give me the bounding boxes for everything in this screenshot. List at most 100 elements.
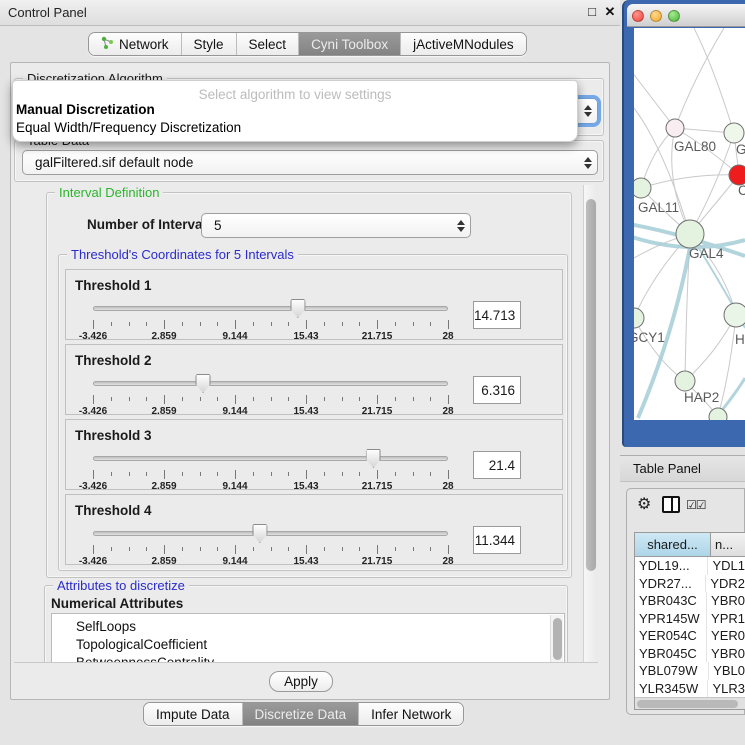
close-traffic-light-icon[interactable] (632, 10, 644, 22)
threshold-slider-4[interactable]: -3.426 2.859 9.144 21.715 15.43 28 (93, 523, 448, 563)
tab-label: Network (119, 37, 169, 52)
table-data-combo-value: galFiltered.sif default node (23, 155, 579, 170)
slider-track[interactable] (93, 531, 448, 536)
node-bottom (709, 408, 727, 420)
slider-ticks (93, 470, 448, 479)
node-label: G (736, 142, 745, 157)
column-header-name[interactable]: n... (711, 533, 745, 556)
thresholds-group-label: Threshold's Coordinates for 5 Intervals (67, 247, 298, 262)
tab-impute-data[interactable]: Impute Data (144, 703, 243, 725)
control-panel-title: Control Panel (8, 5, 87, 20)
tab-label: jActiveMNodules (413, 37, 514, 52)
node-hap2 (675, 371, 695, 391)
column-header-shared-name[interactable]: shared... (635, 533, 711, 556)
bottom-tab-bar: Impute Data Discretize Data Infer Networ… (143, 702, 464, 726)
close-window-icon[interactable]: ✕ (602, 4, 618, 20)
slider-handle[interactable] (252, 524, 267, 543)
threshold-label: Threshold 4 (75, 503, 152, 518)
tab-label: Select (249, 37, 287, 52)
stepper-icon (579, 151, 597, 174)
threshold-label: Threshold 2 (75, 353, 152, 368)
table-row[interactable]: YBL079WYBL0 (635, 662, 745, 680)
table-row[interactable]: YBR043CYBR0 (635, 592, 745, 610)
table-row[interactable]: YLR345WYLR3 (635, 680, 745, 698)
tab-style[interactable]: Style (182, 33, 237, 55)
number-of-intervals-combo[interactable]: 5 (201, 213, 471, 238)
tab-label: Impute Data (156, 707, 230, 722)
attributes-groupbox: Attributes to discretize Numerical Attri… (44, 585, 568, 663)
slider-tick-labels: -3.426 2.859 9.144 15.43 21.715 28 (93, 406, 448, 418)
column-layout-icon[interactable] (662, 496, 680, 513)
algorithm-option-manual[interactable]: Manual Discretization (16, 102, 155, 117)
list-item[interactable]: BetweennessCentrality (52, 654, 564, 663)
zoom-traffic-light-icon[interactable] (668, 10, 680, 22)
attributes-scrollbar[interactable] (550, 615, 563, 663)
node-attribute-table: shared... n... YDL19...YDL1 YDR27...YDR2… (634, 532, 745, 710)
slider-handle[interactable] (290, 299, 305, 318)
settings-scrollbar-thumb[interactable] (586, 199, 596, 571)
slider-handle[interactable] (366, 449, 381, 468)
slider-ticks (93, 395, 448, 404)
stepper-icon (579, 99, 597, 123)
tab-discretize-data[interactable]: Discretize Data (243, 703, 360, 725)
float-window-icon[interactable]: □ (584, 4, 600, 20)
node-top-right (724, 123, 744, 143)
control-panel-titlebar (0, 0, 620, 26)
attributes-group-label: Attributes to discretize (53, 578, 189, 593)
node-red-selected (729, 165, 745, 185)
tab-jactivemnodules[interactable]: jActiveMNodules (401, 33, 526, 55)
threshold-slider-3[interactable]: -3.426 2.859 9.144 15.43 21.715 28 (93, 448, 448, 488)
tab-label: Discretize Data (255, 707, 347, 722)
threshold-value-field[interactable]: 11.344 (473, 526, 521, 554)
algorithm-option-equal-width[interactable]: Equal Width/Frequency Discretization (16, 120, 241, 135)
minimize-traffic-light-icon[interactable] (650, 10, 662, 22)
threshold-value-field[interactable]: 21.4 (473, 451, 521, 479)
tab-infer-network[interactable]: Infer Network (359, 703, 463, 725)
tab-label: Cyni Toolbox (311, 37, 388, 52)
list-item[interactable]: SelfLoops (52, 618, 564, 636)
slider-track[interactable] (93, 456, 448, 461)
slider-track[interactable] (93, 381, 448, 386)
slider-tick-labels: -3.426 2.859 9.144 21.715 15.43 28 (93, 556, 448, 568)
node-label: HAP2 (684, 390, 719, 405)
slider-handle[interactable] (196, 374, 211, 393)
network-nodes[interactable] (634, 119, 745, 420)
threshold-slider-2[interactable]: -3.426 2.859 9.144 15.43 21.715 28 (93, 373, 448, 413)
settings-scrollbar[interactable] (583, 185, 598, 663)
slider-track[interactable] (93, 306, 448, 311)
interval-definition-groupbox: Interval Definition Number of Intervals … (46, 192, 572, 578)
table-row[interactable]: YDR27...YDR2 (635, 575, 745, 593)
select-columns-icon[interactable]: ☑☑ (686, 498, 706, 512)
list-item[interactable]: TopologicalCoefficient (52, 636, 564, 654)
number-of-intervals-label: Number of Intervals (87, 217, 214, 232)
slider-tick-labels: -3.426 2.859 9.144 15.43 21.715 28 (93, 481, 448, 493)
network-icon (101, 36, 114, 52)
tab-select[interactable]: Select (237, 33, 300, 55)
threshold-label: Threshold 1 (75, 278, 152, 293)
slider-ticks (93, 545, 448, 554)
node-label: C (738, 183, 745, 198)
threshold-value-field[interactable]: 14.713 (473, 301, 521, 329)
threshold-value-field[interactable]: 6.316 (473, 376, 521, 404)
table-row[interactable]: YPR145WYPR1 (635, 610, 745, 628)
threshold-panel-1: Threshold 1 -3.426 2.859 9.144 15.43 21.… (65, 269, 563, 340)
table-row[interactable]: YDL19...YDL1 (635, 557, 745, 575)
table-row[interactable]: YER054CYER0 (635, 627, 745, 645)
table-row[interactable]: YBR045CYBR0 (635, 645, 745, 663)
threshold-slider-1[interactable]: -3.426 2.859 9.144 15.43 21.715 28 (93, 298, 448, 338)
table-header-row: shared... n... (635, 533, 745, 557)
gear-icon[interactable]: ⚙ (637, 494, 651, 514)
apply-button[interactable]: Apply (269, 671, 333, 692)
algorithm-dropdown-popup: Select algorithm to view settings Manual… (12, 80, 578, 142)
thresholds-groupbox: Threshold's Coordinates for 5 Intervals … (58, 254, 568, 571)
tab-network[interactable]: Network (89, 33, 182, 55)
slider-tick-labels: -3.426 2.859 9.144 15.43 21.715 28 (93, 331, 448, 343)
network-canvas[interactable]: GAL80 G C GAL11 GAL4 GCY1 H HAP2 (634, 28, 745, 420)
tab-cyni-toolbox[interactable]: Cyni Toolbox (299, 33, 401, 55)
table-data-combo[interactable]: galFiltered.sif default node (22, 150, 598, 175)
tab-label: Style (194, 37, 224, 52)
table-horizontal-scrollbar[interactable] (635, 697, 745, 709)
numerical-attributes-list: SelfLoops TopologicalCoefficient Between… (51, 613, 565, 663)
node-label: GAL4 (689, 246, 724, 261)
table-panel-title: Table Panel (633, 461, 701, 476)
